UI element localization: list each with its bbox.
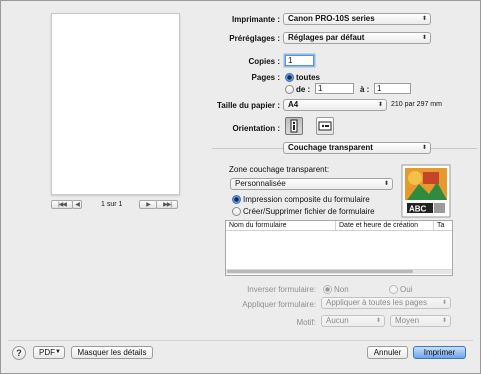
coating-area-label: Zone couchage transparent: — [229, 165, 330, 174]
page-preview — [51, 13, 180, 195]
pattern-label: Motif: — [296, 318, 316, 327]
next-page-button[interactable]: ▶ — [139, 200, 157, 209]
pages-to-field[interactable]: 1 — [374, 83, 411, 94]
pattern-select[interactable]: Aucun ⬍ — [321, 315, 385, 327]
coating-area-select[interactable]: Personnalisée ⬍ — [230, 178, 393, 190]
form-table[interactable]: Nom du formulaire Date et heure de créat… — [225, 220, 453, 276]
composite-label: Impression composite du formulaire — [243, 195, 370, 204]
printer-select[interactable]: Canon PRO-10S series ⬍ — [283, 13, 431, 25]
density-select[interactable]: Moyen ⬍ — [390, 315, 451, 327]
copies-field[interactable]: 1 — [285, 55, 314, 66]
pages-range-radio[interactable] — [285, 85, 294, 94]
last-page-button[interactable]: ▶▶| — [156, 200, 178, 209]
pdf-menu-button[interactable]: PDF ▼ — [33, 346, 65, 359]
paper-dimensions: 210 par 297 mm — [391, 101, 442, 108]
updown-arrows-icon: ⬍ — [441, 318, 447, 324]
apply-select[interactable]: Appliquer à toutes les pages ⬍ — [321, 297, 451, 309]
horizontal-scrollbar[interactable] — [226, 269, 452, 274]
invert-no-label: Non — [334, 285, 349, 294]
orientation-label: Orientation : — [232, 124, 280, 133]
updown-arrows-icon: ⬍ — [375, 318, 381, 324]
hide-details-button[interactable]: Masquer les détails — [71, 346, 153, 359]
updown-arrows-icon: ⬍ — [377, 102, 383, 108]
panel-select[interactable]: Couchage transparent ⬍ — [283, 142, 431, 154]
manage-forms-radio[interactable] — [232, 207, 241, 216]
print-button[interactable]: Imprimer — [413, 346, 466, 359]
landscape-icon — [318, 121, 332, 131]
coating-preview-text: ABC — [409, 205, 427, 214]
manage-forms-label: Créer/Supprimer fichier de formulaire — [243, 207, 375, 216]
updown-arrows-icon: ⬍ — [383, 181, 389, 187]
dropdown-arrow-icon: ▼ — [55, 349, 61, 355]
pages-label: Pages : — [251, 73, 280, 82]
presets-select[interactable]: Réglages par défaut ⬍ — [283, 32, 431, 44]
pages-from-field[interactable]: 1 — [315, 83, 354, 94]
page-counter: 1 sur 1 — [101, 201, 123, 208]
first-page-button[interactable]: |◀◀ — [51, 200, 73, 209]
pages-all-radio[interactable] — [285, 73, 294, 82]
portrait-button[interactable] — [285, 117, 303, 135]
cancel-button[interactable]: Annuler — [367, 346, 408, 359]
updown-arrows-icon: ⬍ — [421, 16, 427, 22]
header-divider — [226, 230, 452, 231]
invert-label: Inverser formulaire: — [247, 285, 316, 294]
paper-size-label: Taille du papier : — [217, 101, 280, 110]
updown-arrows-icon: ⬍ — [421, 145, 427, 151]
invert-yes-label: Oui — [400, 285, 413, 294]
column-header-created[interactable]: Date et heure de création — [336, 221, 434, 230]
pages-to-label: à : — [360, 85, 370, 94]
updown-arrows-icon: ⬍ — [441, 300, 447, 306]
scrollbar-thumb[interactable] — [227, 270, 413, 273]
invert-yes-radio[interactable] — [389, 285, 398, 294]
composite-radio[interactable] — [232, 195, 241, 204]
presets-label: Préréglages : — [229, 34, 280, 43]
copies-label: Copies : — [248, 57, 280, 66]
prev-page-button[interactable]: ◀ — [72, 200, 82, 209]
coating-preview-image: ABC — [401, 164, 451, 218]
help-button[interactable]: ? — [12, 346, 26, 360]
printer-label: Imprimante : — [231, 15, 280, 24]
column-header-form-name[interactable]: Nom du formulaire — [226, 221, 336, 230]
column-header-size[interactable]: Ta — [434, 221, 452, 230]
footer-separator — [8, 340, 473, 341]
pages-all-label: toutes — [296, 73, 320, 82]
portrait-icon — [290, 119, 298, 133]
paper-size-select[interactable]: A4 ⬍ — [283, 99, 387, 111]
pages-from-label: de : — [296, 85, 311, 94]
landscape-button[interactable] — [316, 117, 334, 135]
apply-label: Appliquer formulaire: — [242, 300, 316, 309]
updown-arrows-icon: ⬍ — [421, 35, 427, 41]
invert-no-radio[interactable] — [323, 285, 332, 294]
